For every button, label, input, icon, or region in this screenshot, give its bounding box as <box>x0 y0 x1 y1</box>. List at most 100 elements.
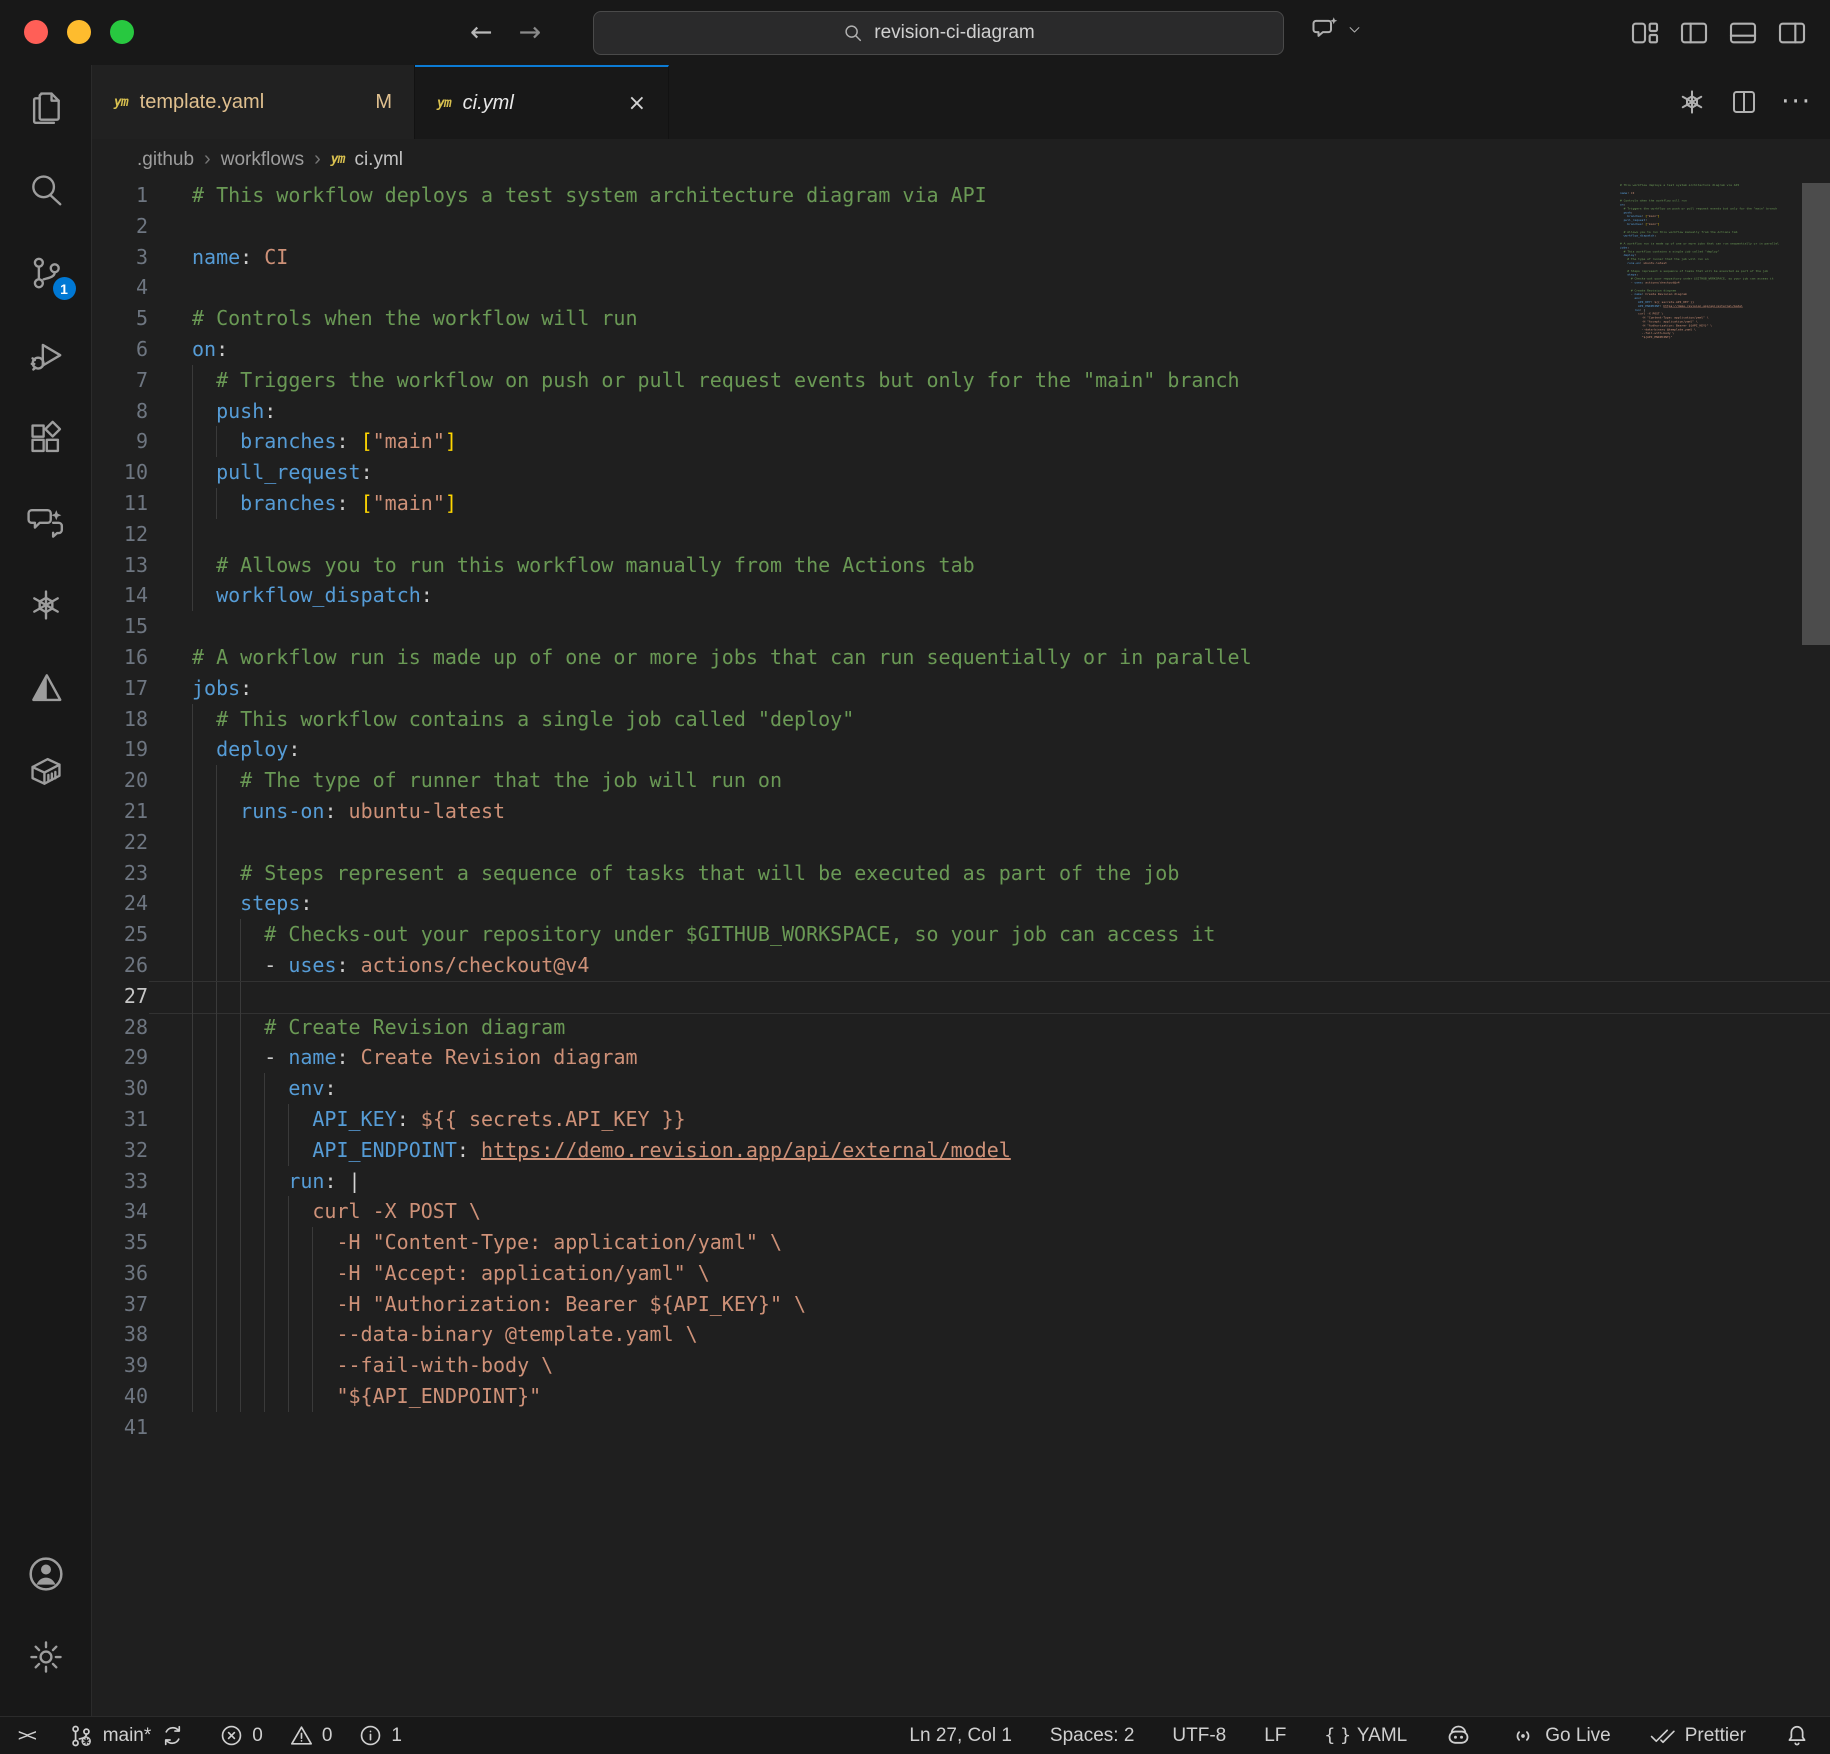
sidebar-item-container-extension[interactable] <box>22 747 70 795</box>
code-line[interactable]: 16# A workflow run is made up of one or … <box>92 642 1830 673</box>
status-bar: >< main* 0 0 1 Ln 27, Col 1 Spaces: 2 UT… <box>0 1716 1830 1754</box>
code-line[interactable]: 18# This workflow contains a single job … <box>92 704 1830 735</box>
forward-button[interactable]: → <box>519 17 542 48</box>
more-actions-button[interactable]: ··· <box>1781 87 1812 117</box>
sidebar-item-search[interactable] <box>22 166 70 214</box>
code-line[interactable]: 34curl -X POST \ <box>92 1196 1830 1227</box>
sidebar-item-explorer[interactable] <box>22 83 70 131</box>
code-line[interactable]: 30env: <box>92 1073 1830 1104</box>
problems-status[interactable]: 0 0 1 <box>219 1717 402 1754</box>
code-line[interactable]: 7# Triggers the workflow on push or pull… <box>92 365 1830 396</box>
line-number: 6 <box>92 334 148 365</box>
sidebar-item-source-control[interactable]: 1 <box>22 249 70 297</box>
code-line[interactable]: 25# Checks-out your repository under $GI… <box>92 919 1830 950</box>
code-line[interactable]: 22 <box>92 827 1830 858</box>
code-line[interactable]: 5# Controls when the workflow will run <box>92 303 1830 334</box>
remote-indicator[interactable]: >< <box>18 1717 34 1754</box>
line-number: 38 <box>92 1319 148 1350</box>
chat-dropdown-button[interactable] <box>1311 14 1362 44</box>
settings-button[interactable] <box>22 1633 70 1681</box>
code-line[interactable]: 15 <box>92 611 1830 642</box>
code-line[interactable]: 33run: | <box>92 1166 1830 1197</box>
code-line[interactable]: 17jobs: <box>92 673 1830 704</box>
pyramid-icon <box>27 669 65 707</box>
breadcrumb-item-workflows[interactable]: workflows <box>221 149 304 171</box>
language-mode[interactable]: { }YAML <box>1324 1717 1407 1754</box>
breadcrumb-item-file[interactable]: ci.yml <box>354 149 403 171</box>
back-button[interactable]: ← <box>470 17 493 48</box>
code-line[interactable]: 35-H "Content-Type: application/yaml" \ <box>92 1227 1830 1258</box>
split-editor-button[interactable] <box>1729 87 1759 117</box>
toggle-secondary-sidebar-button[interactable] <box>1776 17 1808 49</box>
prettier-status[interactable]: Prettier <box>1649 1717 1746 1754</box>
code-line[interactable]: 8push: <box>92 396 1830 427</box>
code-line[interactable]: 20# The type of runner that the job will… <box>92 765 1830 796</box>
code-line[interactable]: 3name: CI <box>92 242 1830 273</box>
sidebar-item-pyramid-extension[interactable] <box>22 664 70 712</box>
minimap[interactable]: 1# This workflow deploys a test system a… <box>1620 183 1802 1716</box>
sidebar-item-extensions[interactable] <box>22 415 70 463</box>
line-number: 41 <box>92 1412 148 1443</box>
code-line[interactable]: 23# Steps represent a sequence of tasks … <box>92 858 1830 889</box>
notifications-button[interactable] <box>1784 1717 1810 1754</box>
encoding-status[interactable]: UTF-8 <box>1172 1717 1226 1754</box>
code-line[interactable]: 14workflow_dispatch: <box>92 580 1830 611</box>
code-line[interactable]: 11branches: ["main"] <box>92 488 1830 519</box>
code-line[interactable]: 36-H "Accept: application/yaml" \ <box>92 1258 1830 1289</box>
remote-icon: >< <box>18 1725 34 1746</box>
code-line[interactable]: 21runs-on: ubuntu-latest <box>92 796 1830 827</box>
line-number: 12 <box>92 519 148 550</box>
tab-template-yaml[interactable]: ym template.yaml M <box>92 65 415 139</box>
code-line[interactable]: 2 <box>92 211 1830 242</box>
sidebar-item-chat[interactable] <box>22 498 70 546</box>
sidebar-item-run-debug[interactable] <box>22 332 70 380</box>
close-tab-icon[interactable]: × <box>628 91 646 116</box>
copilot-status[interactable] <box>1445 1717 1472 1754</box>
cursor-position[interactable]: Ln 27, Col 1 <box>909 1717 1011 1754</box>
code-line[interactable]: 19deploy: <box>92 734 1830 765</box>
close-window-button[interactable] <box>24 20 48 44</box>
go-live-button[interactable]: Go Live <box>1510 1717 1610 1754</box>
code-line[interactable]: 27 <box>92 981 1830 1012</box>
code-line[interactable]: 24steps: <box>92 888 1830 919</box>
tab-ci-yml[interactable]: ym ci.yml × <box>415 65 669 139</box>
code-line[interactable]: 40"${API_ENDPOINT}" <box>92 1381 1830 1412</box>
toggle-primary-sidebar-button[interactable] <box>1678 17 1710 49</box>
code-line[interactable]: 4 <box>92 272 1830 303</box>
chevron-right-icon: › <box>314 148 321 171</box>
openai-extension-button[interactable] <box>1677 87 1707 117</box>
code-line[interactable]: 10pull_request: <box>92 457 1830 488</box>
check-all-icon <box>1649 1722 1676 1749</box>
code-line[interactable]: 31API_KEY: ${{ secrets.API_KEY }} <box>92 1104 1830 1135</box>
code-line[interactable]: 39--fail-with-body \ <box>92 1350 1830 1381</box>
command-center-search[interactable]: revision-ci-diagram <box>593 11 1284 55</box>
code-line[interactable]: 32API_ENDPOINT: https://demo.revision.ap… <box>92 1135 1830 1166</box>
breadcrumb-item-github[interactable]: .github <box>137 149 194 171</box>
code-line[interactable]: 1# This workflow deploys a test system a… <box>92 180 1830 211</box>
scrollbar[interactable] <box>1802 183 1830 645</box>
line-number: 16 <box>92 642 148 673</box>
sidebar-item-openai[interactable] <box>22 581 70 629</box>
indentation-status[interactable]: Spaces: 2 <box>1050 1717 1135 1754</box>
code-line[interactable]: 38--data-binary @template.yaml \ <box>92 1319 1830 1350</box>
code-editor[interactable]: 1# This workflow deploys a test system a… <box>92 180 1830 1716</box>
account-button[interactable] <box>22 1550 70 1598</box>
code-line[interactable]: 28# Create Revision diagram <box>92 1012 1830 1043</box>
error-count: 0 <box>252 1725 263 1747</box>
code-line[interactable]: 41 <box>92 1412 1830 1443</box>
customize-layout-button[interactable] <box>1629 17 1661 49</box>
code-line[interactable]: 9branches: ["main"] <box>92 426 1830 457</box>
maximize-window-button[interactable] <box>110 20 134 44</box>
minimize-window-button[interactable] <box>67 20 91 44</box>
eol-status[interactable]: LF <box>1264 1717 1286 1754</box>
branch-status[interactable]: main* <box>68 1717 186 1754</box>
code-line[interactable]: 13# Allows you to run this workflow manu… <box>92 550 1830 581</box>
code-line[interactable]: 26- uses: actions/checkout@v4 <box>92 950 1830 981</box>
line-number: 39 <box>92 1350 148 1381</box>
code-line[interactable]: 6on: <box>92 334 1830 365</box>
split-editor-icon <box>1729 87 1759 117</box>
toggle-panel-button[interactable] <box>1727 17 1759 49</box>
code-line[interactable]: 12 <box>92 519 1830 550</box>
code-line[interactable]: 29- name: Create Revision diagram <box>92 1042 1830 1073</box>
code-line[interactable]: 37-H "Authorization: Bearer ${API_KEY}" … <box>92 1289 1830 1320</box>
